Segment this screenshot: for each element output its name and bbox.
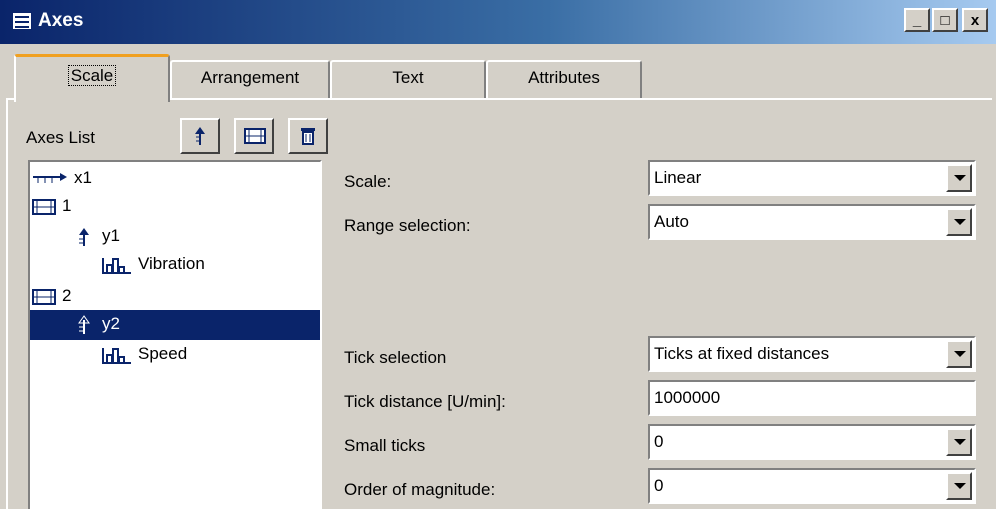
add-system-button[interactable] [234, 118, 274, 154]
minimize-button[interactable]: _ [904, 8, 930, 32]
tick-distance-value: 1000000 [654, 388, 721, 407]
tree-item-vibration[interactable]: Vibration [102, 250, 205, 280]
window-title: Axes [38, 10, 84, 31]
maximize-button[interactable]: □ [932, 8, 958, 32]
tick-selection-label: Tick selection [344, 348, 447, 367]
scale-label: Scale: [344, 172, 392, 191]
channel-icon [102, 347, 131, 364]
scale-select[interactable]: Linear [648, 160, 976, 196]
trash-icon [301, 128, 315, 145]
range-selection-select[interactable]: Auto [648, 204, 976, 240]
system-icon [32, 288, 56, 305]
tree-item-system-1[interactable]: 1 [32, 192, 71, 222]
small-ticks-value: 0 [654, 432, 664, 451]
tree-item-speed[interactable]: Speed [102, 340, 187, 370]
y-axis-icon [78, 314, 90, 334]
range-selection-value: Auto [654, 212, 689, 231]
axes-window: Axes _ □ x Scale Arrangement Text Attrib… [0, 0, 996, 509]
close-button[interactable]: x [962, 8, 988, 32]
tick-distance-input[interactable]: 1000000 [648, 380, 976, 416]
y-axis-icon [79, 227, 89, 246]
channel-icon [102, 257, 131, 274]
tab-attributes[interactable]: Attributes [486, 60, 642, 98]
tab-strip: Scale Arrangement Text Attributes [0, 50, 996, 102]
scale-value: Linear [654, 168, 702, 187]
tree-item-y2[interactable]: y2 [30, 310, 320, 340]
tree-item-y1[interactable]: y1 [74, 222, 120, 252]
order-of-magnitude-value: 0 [654, 476, 664, 495]
order-of-magnitude-label: Order of magnitude: [344, 480, 496, 499]
chevron-down-icon[interactable] [946, 164, 972, 192]
small-ticks-label: Small ticks [344, 436, 426, 455]
tab-arrangement[interactable]: Arrangement [170, 60, 330, 98]
window-icon [12, 12, 32, 30]
chevron-down-icon[interactable] [946, 472, 972, 500]
title-bar[interactable]: Axes _ □ x [0, 0, 996, 44]
y-axis-icon [195, 127, 205, 145]
order-of-magnitude-select[interactable]: 0 [648, 468, 976, 504]
axes-tree[interactable]: x1 1 y1 Vibration 2 y2 Speed [28, 160, 322, 509]
chevron-down-icon[interactable] [946, 340, 972, 368]
tree-item-system-2[interactable]: 2 [32, 282, 71, 312]
tick-distance-label: Tick distance [U/min]: [344, 392, 506, 411]
x-axis-icon [33, 172, 67, 183]
tick-selection-select[interactable]: Ticks at fixed distances [648, 336, 976, 372]
chevron-down-icon[interactable] [946, 208, 972, 236]
delete-button[interactable] [288, 118, 328, 154]
axes-list-label: Axes List [26, 128, 95, 147]
tree-item-x1[interactable]: x1 [32, 164, 92, 194]
small-ticks-select[interactable]: 0 [648, 424, 976, 460]
add-y-axis-button[interactable] [180, 118, 220, 154]
system-icon [32, 198, 56, 215]
chevron-down-icon[interactable] [946, 428, 972, 456]
tick-selection-value: Ticks at fixed distances [654, 344, 830, 363]
tab-scale[interactable]: Scale [14, 54, 170, 102]
range-selection-label: Range selection: [344, 216, 471, 235]
system-icon [244, 128, 266, 144]
tab-text[interactable]: Text [330, 60, 486, 98]
